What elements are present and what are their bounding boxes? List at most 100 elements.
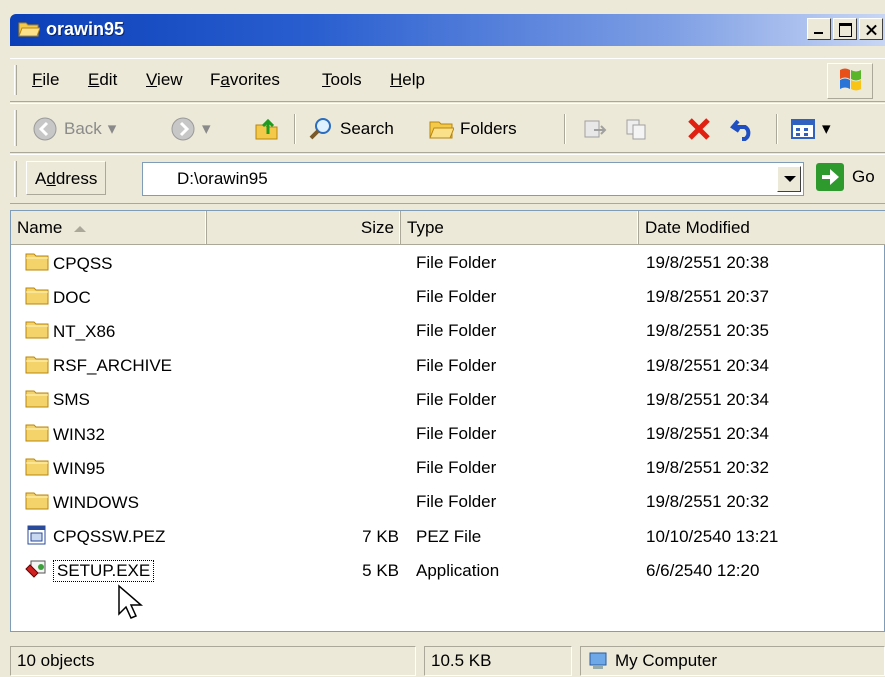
file-name-cell[interactable]: DOC: [25, 285, 91, 310]
views-icon: [791, 119, 815, 139]
file-date-modified: 19/8/2551 20:32: [646, 458, 769, 478]
file-name-cell[interactable]: SMS: [25, 388, 90, 413]
delete-button[interactable]: [686, 114, 712, 144]
column-type-label: Type: [407, 218, 444, 237]
file-row[interactable]: RSF_ARCHIVE File Folder 19/8/2551 20:34: [11, 350, 885, 384]
toolbar-grip[interactable]: [14, 110, 17, 146]
windows-logo-icon: [827, 63, 873, 99]
back-dropdown-icon[interactable]: ▾: [108, 119, 117, 139]
maximize-button[interactable]: [833, 18, 857, 40]
file-name: WIN32: [53, 424, 105, 444]
folder-icon: [25, 285, 49, 310]
search-label: Search: [340, 119, 394, 138]
back-button[interactable]: Back ▾: [32, 114, 116, 144]
window-title: orawin95: [46, 19, 125, 39]
file-row[interactable]: WIN95 File Folder 19/8/2551 20:32: [11, 452, 885, 486]
file-date-modified: 19/8/2551 20:34: [646, 424, 769, 443]
forward-button[interactable]: ▾: [170, 114, 211, 144]
copy-to-button[interactable]: [624, 114, 650, 144]
file-name-cell[interactable]: CPQSS: [25, 251, 113, 276]
file-name-cell[interactable]: RSF_ARCHIVE: [25, 354, 172, 379]
views-button[interactable]: ▾: [790, 114, 831, 144]
address-grip[interactable]: [14, 161, 17, 197]
menu-bar: File Edit View Favorites Tools Help: [10, 58, 885, 102]
menu-favorites-accel: a: [220, 70, 230, 89]
file-name: WINDOWS: [53, 492, 139, 512]
menu-tools-accel: T: [322, 70, 331, 89]
menu-file-accel: F: [32, 70, 43, 89]
file-name: NT_X86: [53, 321, 116, 341]
column-header-name[interactable]: Name: [11, 211, 207, 244]
address-input[interactable]: D:\orawin95: [142, 162, 804, 196]
address-label-pre: A: [35, 169, 47, 188]
file-name: SETUP.EXE: [53, 560, 155, 583]
file-date-modified: 19/8/2551 20:38: [646, 253, 769, 272]
folder-icon: [25, 456, 49, 481]
file-name-cell[interactable]: WIN95: [25, 456, 105, 481]
column-header-date[interactable]: Date Modified: [639, 211, 885, 244]
menu-tools[interactable]: Tools: [322, 70, 362, 90]
go-arrow-icon: [816, 163, 844, 191]
folder-icon: [25, 354, 49, 379]
go-button[interactable]: Go: [816, 163, 875, 191]
file-date-modified: 19/8/2551 20:32: [646, 492, 769, 512]
column-header-size[interactable]: Size: [207, 211, 401, 244]
menu-tools-label: ools: [330, 70, 362, 89]
menu-view[interactable]: View: [146, 70, 183, 90]
search-button[interactable]: Search: [308, 114, 394, 144]
up-folder-button[interactable]: [254, 114, 280, 144]
back-label: Back: [64, 119, 102, 138]
toolbar-separator: [294, 114, 296, 144]
address-label-rest: dress: [55, 169, 98, 188]
file-row[interactable]: WIN32 File Folder 19/8/2551 20:34: [11, 418, 885, 452]
folders-label: Folders: [460, 119, 517, 138]
address-dropdown-button[interactable]: [777, 166, 801, 192]
file-name-cell[interactable]: CPQSSW.PEZ: [25, 525, 165, 550]
menu-edit[interactable]: Edit: [88, 70, 117, 90]
menu-favorites-pre: F: [210, 70, 221, 89]
folders-button[interactable]: Folders: [428, 114, 517, 144]
file-name-cell[interactable]: SETUP.EXE: [25, 559, 155, 584]
file-name: CPQSSW.PEZ: [53, 527, 166, 547]
file-row[interactable]: SMS File Folder 19/8/2551 20:34: [11, 384, 885, 418]
minimize-button[interactable]: [807, 18, 831, 40]
file-row[interactable]: CPQSS File Folder 19/8/2551 20:38: [11, 247, 885, 281]
menu-favorites-label: vorites: [229, 70, 280, 89]
forward-arrow-icon: [171, 117, 195, 141]
status-location-text: My Computer: [615, 651, 718, 670]
file-name: CPQSS: [53, 253, 113, 273]
column-header-type[interactable]: Type: [401, 211, 639, 244]
file-row[interactable]: NT_X86 File Folder 19/8/2551 20:35: [11, 315, 885, 349]
file-row[interactable]: WINDOWS File Folder 19/8/2551 20:32: [11, 486, 885, 520]
file-name-cell[interactable]: WIN32: [25, 422, 105, 447]
file-row[interactable]: CPQSSW.PEZ 7 KB PEZ File 10/10/2540 13:21: [11, 521, 885, 555]
file-row[interactable]: DOC File Folder 19/8/2551 20:37: [11, 281, 885, 315]
menu-help[interactable]: Help: [390, 70, 425, 90]
file-date-modified: 6/6/2540 12:20: [646, 560, 760, 580]
toolbar-separator: [776, 114, 778, 144]
move-to-icon: [584, 120, 607, 138]
explorer-window: orawin95 File Edit View Favorites Tools …: [0, 0, 885, 677]
file-type: File Folder: [416, 355, 497, 375]
menu-grip[interactable]: [14, 65, 17, 95]
pez-file-icon: [25, 525, 49, 550]
column-size-label: Size: [360, 218, 394, 237]
file-type: File Folder: [416, 253, 497, 272]
file-name-cell[interactable]: WINDOWS: [25, 490, 139, 515]
undo-button[interactable]: [730, 114, 756, 144]
file-name-cell[interactable]: NT_X86: [25, 319, 115, 344]
menu-help-accel: H: [390, 70, 403, 89]
menu-file[interactable]: File: [32, 70, 59, 90]
forward-dropdown-icon[interactable]: ▾: [202, 119, 211, 139]
window-controls: [807, 18, 885, 40]
move-to-button[interactable]: [582, 114, 608, 144]
views-dropdown-icon[interactable]: ▾: [822, 119, 831, 139]
folder-icon: [25, 251, 49, 276]
file-name: RSF_ARCHIVE: [53, 356, 173, 376]
title-bar[interactable]: orawin95: [10, 14, 885, 46]
file-list-view[interactable]: Name Size Type Date Modified CPQSS File F…: [10, 210, 885, 632]
menu-favorites[interactable]: Favorites: [210, 70, 280, 90]
menu-help-label: elp: [402, 70, 425, 89]
close-button[interactable]: [859, 18, 883, 40]
undo-icon: [730, 119, 751, 141]
